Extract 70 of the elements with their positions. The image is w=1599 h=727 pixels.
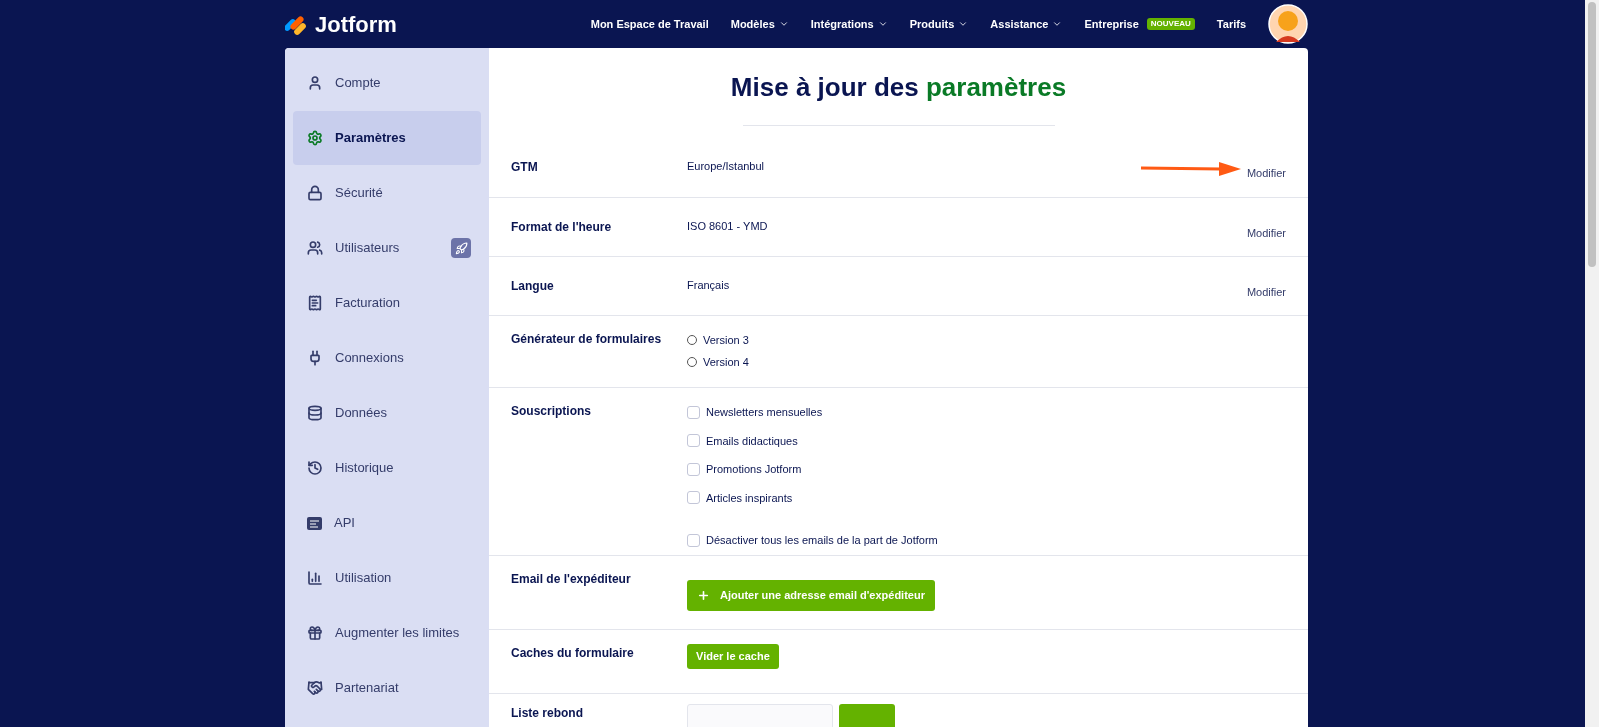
nav-link[interactable]: Produits xyxy=(909,15,969,33)
chevron-icon xyxy=(778,19,789,29)
chevron-icon xyxy=(1052,19,1063,29)
sidebar-item[interactable]: Données xyxy=(293,386,481,440)
setting-value: Français xyxy=(687,278,731,293)
chevron-icon xyxy=(877,19,888,29)
chevron-icon xyxy=(958,19,969,29)
checkbox[interactable] xyxy=(687,462,700,476)
setting-label: Générateur de formulaires xyxy=(511,331,663,348)
radio-option[interactable]: Version 4 xyxy=(687,353,749,370)
code-icon xyxy=(307,516,322,530)
modify-link[interactable]: Modifier xyxy=(1246,225,1286,242)
nav-link[interactable]: Modèles xyxy=(730,15,789,33)
sidebar-item[interactable]: Historique xyxy=(293,441,481,495)
nav-link[interactable]: Intégrations xyxy=(810,15,888,33)
email-field[interactable] xyxy=(687,704,833,727)
checkbox[interactable] xyxy=(687,405,700,419)
nav-link[interactable]: Entreprise NOUVEAU xyxy=(1084,15,1195,33)
receipt-icon xyxy=(307,295,323,311)
checkbox-option[interactable]: Promotions Jotform xyxy=(687,461,938,478)
radio-option[interactable]: Version 3 xyxy=(687,332,749,349)
setting-label: GTM xyxy=(511,159,539,176)
setting-label: Liste rebond xyxy=(511,705,584,722)
plus-icon xyxy=(697,589,710,602)
checkbox[interactable] xyxy=(687,434,700,448)
plug-icon xyxy=(307,350,323,366)
sidebar-item[interactable]: Augmenter les limites xyxy=(293,606,481,660)
modify-link[interactable]: Modifier xyxy=(1246,284,1286,301)
rocket-icon xyxy=(451,238,471,258)
sidebar-item[interactable]: Compte xyxy=(293,56,481,110)
handshake-icon xyxy=(307,680,323,696)
settings-icon xyxy=(307,130,323,146)
scrollbar[interactable] xyxy=(1588,2,1596,267)
sidebar-item[interactable]: Partenariat xyxy=(293,661,481,715)
checkbox-option[interactable]: Articles inspirants xyxy=(687,489,938,506)
modify-link[interactable]: Modifier xyxy=(1246,165,1286,182)
add-button[interactable] xyxy=(839,704,895,727)
logo-text: Jotform xyxy=(315,10,397,39)
setting-label: Langue xyxy=(511,278,555,295)
nav-link[interactable]: Assistance xyxy=(990,15,1063,33)
sidebar-item[interactable]: Connexions xyxy=(293,331,481,385)
sidebar-item[interactable]: Sécurité xyxy=(293,166,481,220)
setting-label: Format de l'heure xyxy=(511,219,613,236)
checkbox-option[interactable]: Newsletters mensuelles xyxy=(687,404,938,421)
setting-value: Europe/Istanbul xyxy=(687,159,766,174)
checkbox[interactable] xyxy=(687,533,700,547)
avatar[interactable] xyxy=(1268,4,1308,44)
new-badge: NOUVEAU xyxy=(1146,18,1195,30)
nav-link[interactable]: Mon Espace de Travail xyxy=(590,15,709,33)
setting-label: Souscriptions xyxy=(511,403,592,420)
lock-icon xyxy=(307,185,323,201)
history-icon xyxy=(307,460,323,476)
users-icon xyxy=(307,240,323,256)
setting-value: ISO 8601 - YMD xyxy=(687,219,769,234)
page-title: Mise à jour des paramètres xyxy=(730,71,1067,104)
checkbox[interactable] xyxy=(687,491,700,505)
bar-chart-icon xyxy=(307,570,323,586)
setting-label: Email de l'expéditeur xyxy=(511,571,632,588)
database-icon xyxy=(307,405,323,421)
checkbox-option[interactable]: Emails didactiques xyxy=(687,432,938,449)
gift-icon xyxy=(307,625,323,641)
sidebar-item[interactable]: Utilisateurs xyxy=(293,221,481,275)
checkbox-option[interactable]: Désactiver tous les emails de la part de Jotform xyxy=(687,532,938,549)
sidebar-item[interactable]: Paramètres xyxy=(293,111,481,165)
setting-label: Caches du formulaire xyxy=(511,645,635,662)
nav-link[interactable]: Tarifs xyxy=(1216,15,1246,33)
user-icon xyxy=(307,75,323,91)
sidebar-item[interactable]: API xyxy=(293,496,481,550)
sidebar-item[interactable]: Facturation xyxy=(293,276,481,330)
sidebar-item[interactable]: Utilisation xyxy=(293,551,481,605)
